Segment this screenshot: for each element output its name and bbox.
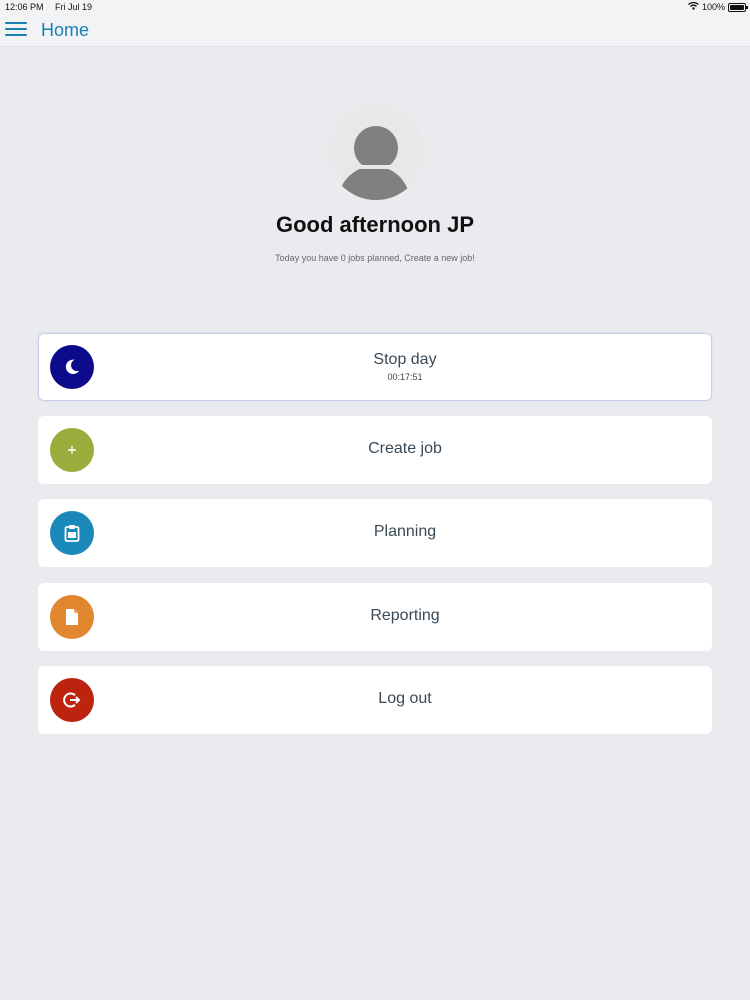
planning-label: Planning (373, 523, 437, 540)
day-timer: 00:17:51 (387, 372, 423, 382)
status-time: 12:06 PM (5, 2, 44, 12)
greeting-text: Good afternoon JP (276, 212, 474, 237)
nav-bar: Home (0, 14, 750, 47)
status-date: Fri Jul 19 (55, 2, 93, 12)
logout-icon (50, 678, 94, 722)
user-avatar-icon (328, 104, 424, 200)
document-icon (50, 595, 94, 639)
planning-button[interactable]: Planning (38, 499, 712, 567)
reporting-label: Reporting (370, 607, 440, 624)
log-out-button[interactable]: Log out (38, 666, 712, 734)
wifi-icon (688, 1, 699, 12)
create-job-label: Create job (368, 440, 442, 457)
clipboard-icon (50, 511, 94, 555)
stop-day-button[interactable]: Stop day 00:17:51 (38, 333, 712, 401)
jobs-summary-text: Today you have 0 jobs planned, Create a … (275, 253, 475, 263)
stop-day-label: Stop day (373, 351, 437, 368)
reporting-button[interactable]: Reporting (38, 583, 712, 651)
moon-icon (50, 345, 94, 389)
battery-percent: 100% (701, 2, 725, 12)
battery-icon (728, 2, 748, 12)
hamburger-menu-icon[interactable] (5, 22, 27, 38)
page-title: Home (41, 20, 90, 40)
create-job-button[interactable]: Create job (38, 416, 712, 484)
status-bar: 12:06 PM Fri Jul 19 100% (0, 0, 750, 14)
plus-icon (50, 428, 94, 472)
log-out-label: Log out (378, 690, 432, 707)
